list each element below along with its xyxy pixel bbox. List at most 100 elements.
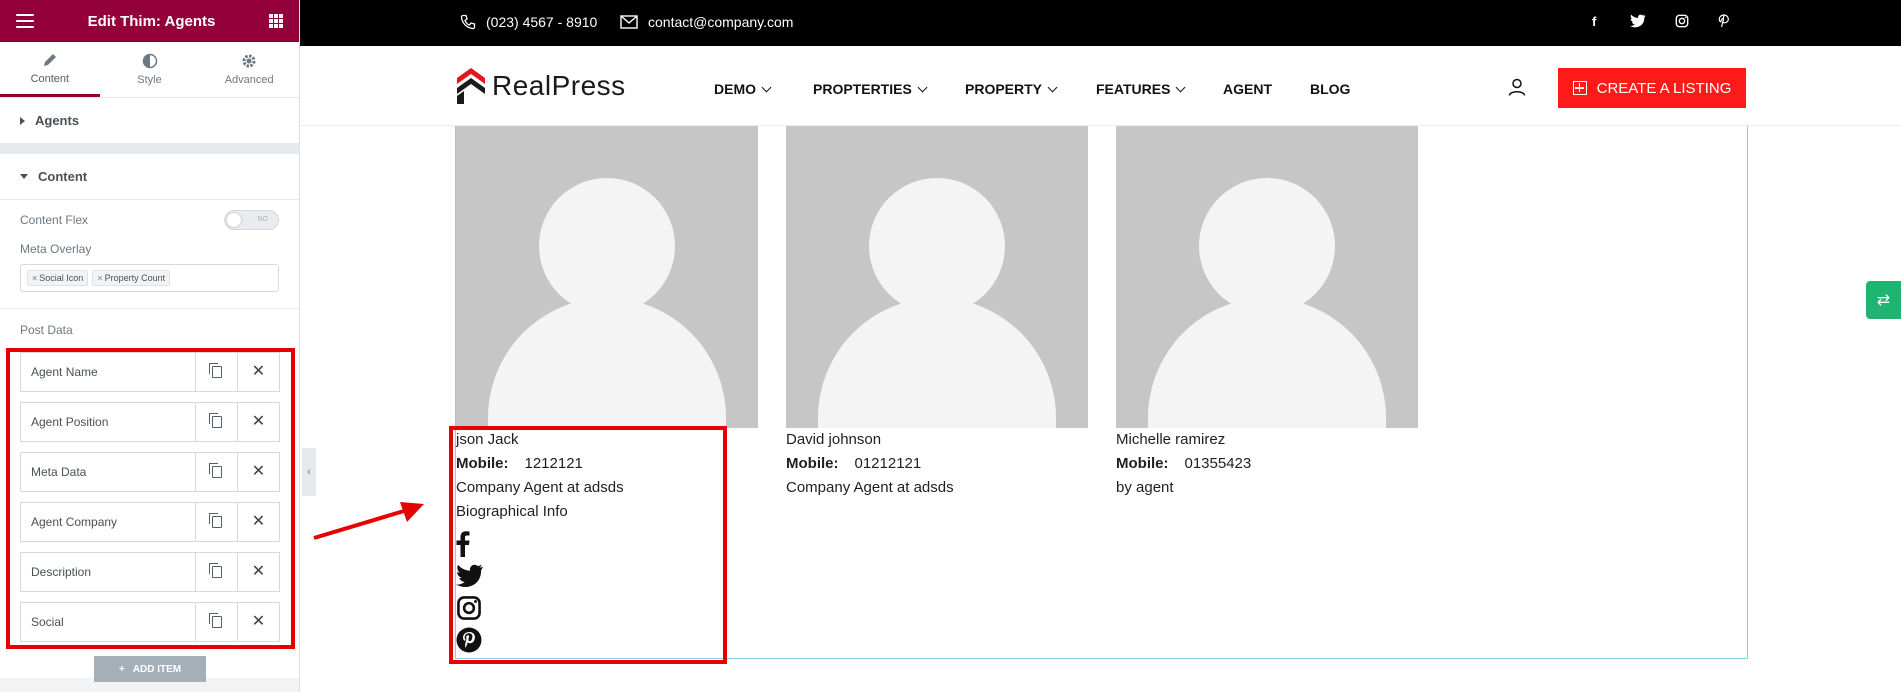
repeater-item-label[interactable]: Agent Position xyxy=(21,403,195,441)
agents-widget[interactable]: json Jack Mobile: 1212121 Company Agent a… xyxy=(455,126,1748,659)
close-icon: ✕ xyxy=(251,413,266,430)
remove-button[interactable]: ✕ xyxy=(237,553,279,591)
duplicate-icon xyxy=(208,563,222,578)
plus-icon: + xyxy=(118,663,125,675)
mobile-number: 1212121 xyxy=(524,455,583,472)
nav-item-propterties[interactable]: PROPTERTIES xyxy=(813,81,928,97)
widgets-grid-icon[interactable] xyxy=(269,14,283,28)
agent-mobile: Mobile: 01212121 xyxy=(786,452,1088,476)
facebook-icon[interactable]: f xyxy=(1592,14,1596,29)
duplicate-icon xyxy=(208,363,222,378)
pinterest-icon[interactable] xyxy=(1718,14,1730,28)
chip-remove-icon[interactable]: × xyxy=(32,273,37,283)
duplicate-button[interactable] xyxy=(195,353,237,391)
agent-name[interactable]: Michelle ramirez xyxy=(1116,428,1418,452)
meta-chip-social-icon: × Social Icon xyxy=(27,270,89,286)
agent-avatar-placeholder[interactable] xyxy=(786,126,1088,428)
caret-right-icon xyxy=(20,116,25,125)
instagram-icon[interactable] xyxy=(456,592,484,624)
tab-advanced[interactable]: Advanced xyxy=(199,42,299,97)
phone-number: (023) 4567 - 8910 xyxy=(486,14,598,30)
close-icon: ✕ xyxy=(251,513,266,530)
duplicate-button[interactable] xyxy=(195,503,237,541)
remove-button[interactable]: ✕ xyxy=(237,603,279,641)
logo-mark-icon xyxy=(457,68,485,104)
tab-content[interactable]: Content xyxy=(0,42,100,97)
nav-item-demo[interactable]: DEMO xyxy=(714,81,772,97)
nav-item-property[interactable]: PROPERTY xyxy=(965,81,1058,97)
agent-avatar-placeholder[interactable] xyxy=(1116,126,1418,428)
nav-item-features[interactable]: FEATURES xyxy=(1096,81,1186,97)
nav-label: AGENT xyxy=(1223,81,1272,97)
section-content-label: Content xyxy=(38,169,88,184)
site-navbar: RealPress DEMO PROPTERTIES PROPERTY FEAT… xyxy=(300,46,1901,126)
tab-advanced-label: Advanced xyxy=(224,74,274,86)
agent-mobile: Mobile: 1212121 xyxy=(456,452,758,476)
facebook-icon[interactable] xyxy=(456,528,484,560)
site-logo[interactable]: RealPress xyxy=(456,66,626,106)
section-agents[interactable]: Agents xyxy=(0,98,299,144)
phone-contact[interactable]: (023) 4567 - 8910 xyxy=(460,14,597,30)
agent-name[interactable]: json Jack xyxy=(456,428,758,452)
tab-style[interactable]: Style xyxy=(100,42,200,97)
section-content[interactable]: Content xyxy=(0,154,299,200)
editor-panel: Edit Thim: Agents Content Style Advanced… xyxy=(0,0,300,692)
hamburger-menu-icon[interactable] xyxy=(16,14,34,28)
duplicate-icon xyxy=(208,413,222,428)
instagram-icon[interactable] xyxy=(1675,14,1689,28)
duplicate-button[interactable] xyxy=(195,553,237,591)
mobile-label: Mobile: xyxy=(456,455,509,472)
mobile-label: Mobile: xyxy=(1116,455,1169,472)
duplicate-button[interactable] xyxy=(195,453,237,491)
pinterest-icon[interactable] xyxy=(456,624,484,656)
repeater-item-label[interactable]: Description xyxy=(21,553,195,591)
create-listing-button[interactable]: CREATE A LISTING xyxy=(1558,68,1746,108)
content-flex-label: Content Flex xyxy=(20,213,89,227)
editor-title: Edit Thim: Agents xyxy=(87,12,216,30)
repeater-item-label[interactable]: Social xyxy=(21,603,195,641)
post-data-repeater: Agent Name ✕ Agent Position ✕ Meta Data … xyxy=(20,352,280,652)
editor-header: Edit Thim: Agents xyxy=(0,0,299,42)
pencil-icon xyxy=(43,53,56,66)
add-item-button[interactable]: + ADD ITEM xyxy=(94,656,206,682)
repeater-item-label[interactable]: Meta Data xyxy=(21,453,195,491)
tab-style-label: Style xyxy=(137,74,162,86)
nav-label: DEMO xyxy=(714,81,756,97)
tab-content-label: Content xyxy=(30,72,70,85)
user-account-icon[interactable] xyxy=(1508,78,1526,96)
nav-label: FEATURES xyxy=(1096,81,1171,97)
twitter-icon[interactable] xyxy=(1630,14,1646,28)
panel-collapse-handle[interactable]: ‹ xyxy=(302,448,316,496)
duplicate-button[interactable] xyxy=(195,403,237,441)
remove-button[interactable]: ✕ xyxy=(237,353,279,391)
remove-button[interactable]: ✕ xyxy=(237,453,279,491)
duplicate-button[interactable] xyxy=(195,603,237,641)
repeater-item-label[interactable]: Agent Name xyxy=(21,353,195,391)
repeater-item: Agent Position ✕ xyxy=(20,402,280,442)
agent-card: David johnson Mobile: 01212121 Company Ag… xyxy=(786,126,1088,500)
swap-arrows-button[interactable]: ⇄ xyxy=(1866,281,1901,319)
meta-overlay-select[interactable]: × Social Icon × Property Count xyxy=(20,264,279,292)
swap-arrows-icon: ⇄ xyxy=(1876,292,1891,309)
section-gap xyxy=(0,144,299,154)
remove-button[interactable]: ✕ xyxy=(237,503,279,541)
add-item-label: ADD ITEM xyxy=(132,663,182,675)
agent-card: Michelle ramirez Mobile: 01355423 by agen… xyxy=(1116,126,1418,500)
agent-name[interactable]: David johnson xyxy=(786,428,1088,452)
content-flex-toggle[interactable]: NO xyxy=(224,210,279,230)
email-contact[interactable]: contact@company.com xyxy=(620,14,793,30)
repeater-item-label[interactable]: Agent Company xyxy=(21,503,195,541)
phone-icon xyxy=(460,14,476,30)
nav-item-blog[interactable]: BLOG xyxy=(1310,81,1350,97)
remove-button[interactable]: ✕ xyxy=(237,403,279,441)
post-data-label: Post Data xyxy=(20,323,73,337)
nav-item-agent[interactable]: AGENT xyxy=(1223,81,1272,97)
twitter-icon[interactable] xyxy=(456,560,484,592)
chip-remove-icon[interactable]: × xyxy=(97,273,102,283)
agent-avatar-placeholder[interactable] xyxy=(456,126,758,428)
caret-down-icon xyxy=(20,174,28,179)
mobile-label: Mobile: xyxy=(786,455,839,472)
mobile-number: 01212121 xyxy=(854,455,922,472)
gear-icon xyxy=(242,54,256,68)
close-icon: ✕ xyxy=(251,613,266,630)
